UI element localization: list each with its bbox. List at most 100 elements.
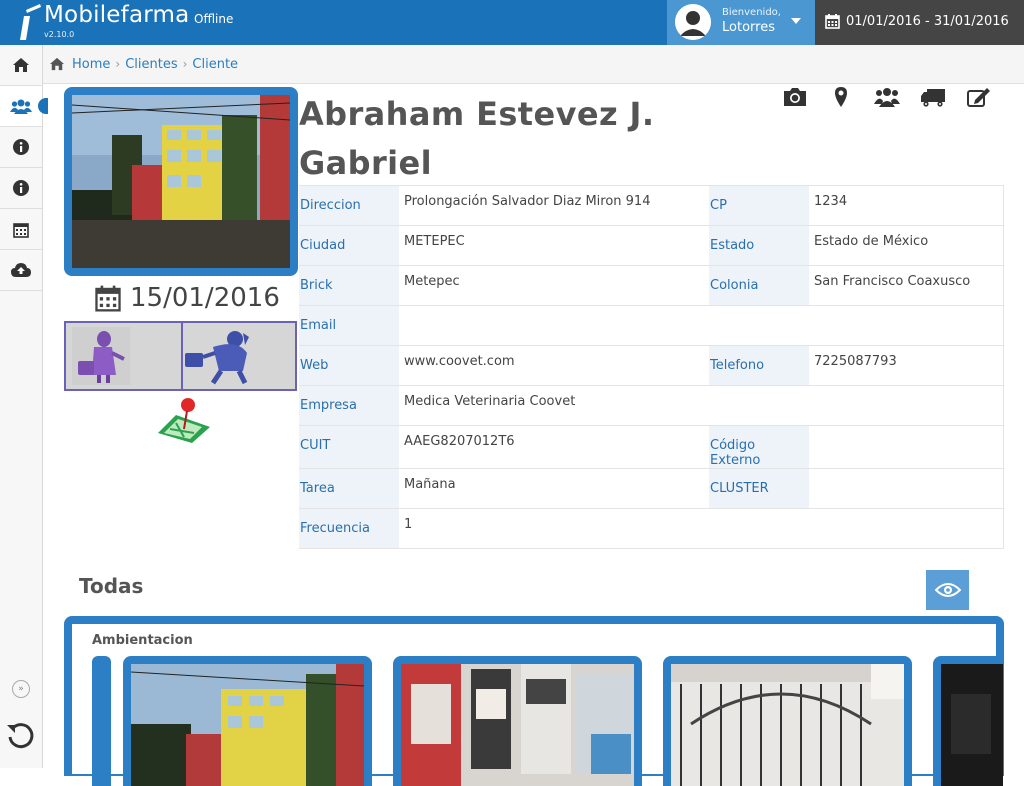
gallery-thumb[interactable] xyxy=(663,656,912,786)
breadcrumb-clientes[interactable]: Clientes xyxy=(125,57,177,72)
view-button[interactable] xyxy=(926,570,969,610)
eye-icon xyxy=(934,583,961,597)
visitor-woman-cell[interactable] xyxy=(66,323,181,389)
table-row: Ciudad METEPEC Estado Estado de México xyxy=(299,225,1004,266)
date-range-text: 01/01/2016 - 31/01/2016 xyxy=(846,14,1009,29)
gallery-heading: Todas xyxy=(79,574,144,598)
field-value-brick: Metepec xyxy=(399,265,709,306)
field-value-tarea: Mañana xyxy=(399,468,709,509)
calendar-icon xyxy=(95,285,121,312)
user-menu[interactable]: Bienvenido, Lotorres xyxy=(667,0,815,45)
refresh-icon[interactable] xyxy=(5,720,37,752)
gallery-thumb[interactable] xyxy=(393,656,642,786)
gallery-thumb[interactable] xyxy=(933,656,1003,786)
breadcrumb-home[interactable]: Home xyxy=(72,57,110,72)
visitor-man-cell[interactable] xyxy=(180,323,296,389)
visit-date: 15/01/2016 xyxy=(94,283,280,313)
field-label: CLUSTER xyxy=(709,468,809,509)
table-row: Direccion Prolongación Salvador Diaz Mir… xyxy=(299,185,1004,226)
field-label: Colonia xyxy=(709,265,809,306)
camera-icon[interactable] xyxy=(782,86,808,110)
sidebar-item-info[interactable] xyxy=(0,127,42,168)
client-name-line-1: Abraham Estevez J. xyxy=(299,95,655,133)
field-label: Brick xyxy=(299,265,399,306)
gallery-section-title: Ambientacion xyxy=(92,633,193,648)
calendar-icon xyxy=(13,222,29,238)
field-label: Tarea xyxy=(299,468,399,509)
username: Lotorres xyxy=(722,20,775,35)
visit-status-icons xyxy=(64,321,297,391)
table-row: CUIT AAEG8207012T6 Código Externo xyxy=(299,425,1004,469)
truck-icon[interactable] xyxy=(920,86,946,110)
info-icon xyxy=(13,180,29,196)
field-value-cuit: AAEG8207012T6 xyxy=(399,425,709,469)
edit-icon[interactable] xyxy=(966,86,992,110)
field-label: Web xyxy=(299,345,399,386)
client-info-table: Direccion Prolongación Salvador Diaz Mir… xyxy=(299,185,1004,549)
breadcrumb-cliente[interactable]: Cliente xyxy=(192,57,238,72)
sidebar-item-clientes[interactable] xyxy=(0,86,48,127)
field-label: Código Externo xyxy=(709,425,809,469)
cloud-upload-icon xyxy=(11,263,31,277)
expand-sidebar-icon[interactable]: » xyxy=(12,680,30,698)
sidebar: » xyxy=(0,45,48,768)
client-name: Abraham Estevez J. Gabriel xyxy=(299,90,679,188)
table-row: Web www.coovet.com Telefono 7225087793 xyxy=(299,345,1004,386)
gallery-panel: Ambientacion xyxy=(72,624,1003,786)
group-icon[interactable] xyxy=(874,86,900,110)
breadcrumb-separator: › xyxy=(115,57,121,71)
sidebar-item-info-2[interactable] xyxy=(0,168,42,209)
field-value-web[interactable]: www.coovet.com xyxy=(399,345,709,386)
field-value-ciudad: METEPEC xyxy=(399,225,709,266)
top-bar: Mobilefarma Offline v2.10.0 Bienvenido, … xyxy=(0,0,1024,45)
sidebar-item-calendar[interactable] xyxy=(0,209,42,250)
field-value-frecuencia: 1 xyxy=(399,508,1004,549)
breadcrumb-separator: › xyxy=(182,57,188,71)
connection-status: Offline xyxy=(194,12,234,26)
field-label: Frecuencia xyxy=(299,508,399,549)
field-label: CUIT xyxy=(299,425,399,469)
home-icon[interactable] xyxy=(49,57,65,71)
field-value-colonia: San Francisco Coaxusco xyxy=(809,265,1004,306)
sidebar-item-upload[interactable] xyxy=(0,250,42,291)
date-range-picker[interactable]: 01/01/2016 - 31/01/2016 xyxy=(815,0,1024,45)
field-value-codigo-externo xyxy=(809,425,1004,469)
field-label: Telefono xyxy=(709,345,809,386)
field-label: Empresa xyxy=(299,385,399,426)
users-icon xyxy=(10,99,32,114)
photo-gallery: Ambientacion xyxy=(64,616,1004,786)
field-label: CP xyxy=(709,185,809,226)
chevron-down-icon[interactable] xyxy=(791,18,801,24)
welcome-text: Bienvenido, xyxy=(722,7,781,18)
woman-with-bag-icon xyxy=(72,327,130,385)
field-value-email xyxy=(399,305,1004,346)
field-label: Email xyxy=(299,305,399,346)
app-version: v2.10.0 xyxy=(44,30,75,39)
businessman-icon xyxy=(184,331,249,385)
client-photo xyxy=(72,95,290,268)
field-label: Ciudad xyxy=(299,225,399,266)
user-avatar-icon xyxy=(675,4,711,40)
sidebar-item-home[interactable] xyxy=(0,45,42,86)
table-row: Email xyxy=(299,305,1004,346)
visit-date-text: 15/01/2016 xyxy=(130,283,280,313)
table-row: Tarea Mañana CLUSTER xyxy=(299,468,1004,509)
map-pin-icon[interactable] xyxy=(154,397,212,445)
field-value-cp: 1234 xyxy=(809,185,1004,226)
client-actions xyxy=(782,86,992,110)
gallery-thumb[interactable] xyxy=(123,656,372,786)
client-photo-frame[interactable] xyxy=(64,87,298,276)
avatar xyxy=(675,4,711,40)
home-icon xyxy=(13,58,29,72)
gallery-scroll-stub[interactable] xyxy=(92,656,111,786)
map-marker-icon[interactable] xyxy=(828,86,854,110)
client-name-line-2: Gabriel xyxy=(299,144,432,182)
field-value-estado: Estado de México xyxy=(809,225,1004,266)
table-row: Brick Metepec Colonia San Francisco Coax… xyxy=(299,265,1004,306)
breadcrumb: Home › Clientes › Cliente xyxy=(43,45,1024,84)
field-label: Estado xyxy=(709,225,809,266)
table-row: Frecuencia 1 xyxy=(299,508,1004,549)
field-value-telefono[interactable]: 7225087793 xyxy=(809,345,1004,386)
field-value-cluster xyxy=(809,468,1004,509)
table-row: Empresa Medica Veterinaria Coovet xyxy=(299,385,1004,426)
